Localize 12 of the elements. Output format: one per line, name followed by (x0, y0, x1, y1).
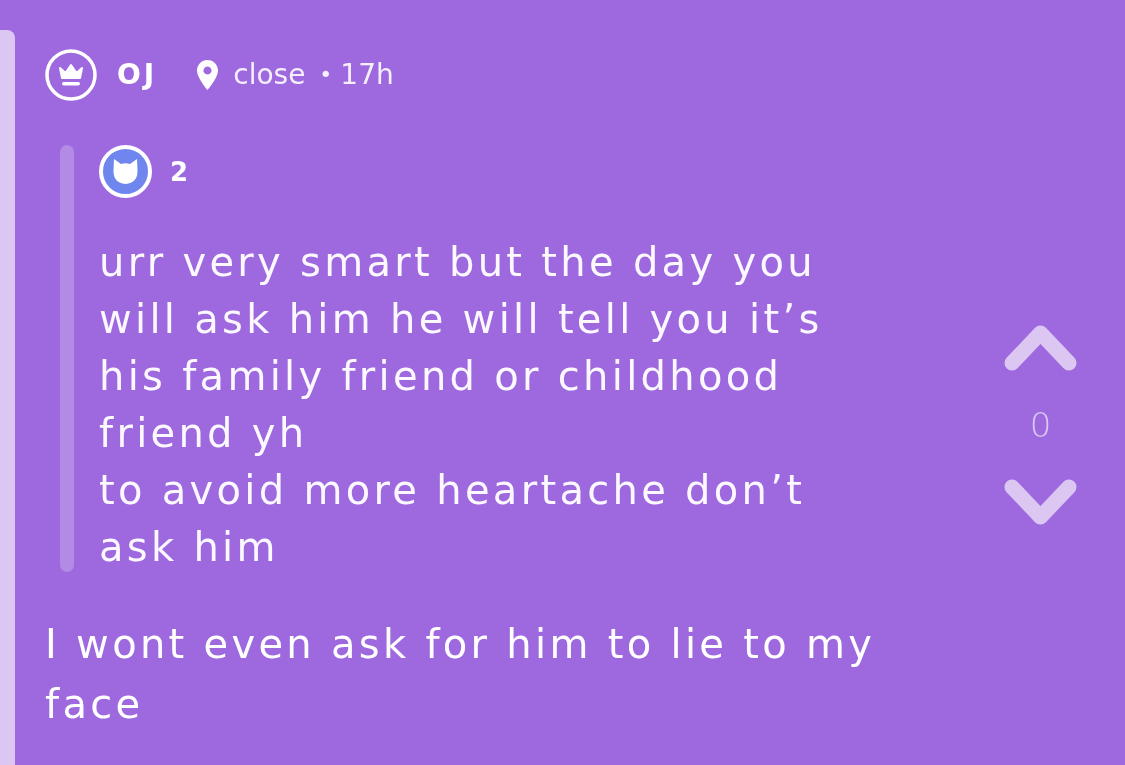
quoted-message: urr very smart but the day you will ask him he will tell you it’s his family friend or childhood friend yh to avoid more heartache don’t ask him (99, 238, 823, 572)
upvote-chevron-icon[interactable] (1003, 322, 1078, 372)
crown-avatar-icon (45, 49, 97, 101)
vote-count: 0 (1029, 405, 1052, 445)
post-message: I wont even ask for him to lie to my face (45, 620, 877, 729)
location-pin-icon (197, 60, 219, 90)
cat-avatar-icon (99, 145, 152, 198)
author-name: OJ (117, 61, 158, 89)
post-age: 17h (340, 61, 394, 89)
location-label: close (233, 61, 306, 89)
separator-dot: • (319, 64, 333, 86)
quoted-author: 2 (170, 158, 189, 185)
